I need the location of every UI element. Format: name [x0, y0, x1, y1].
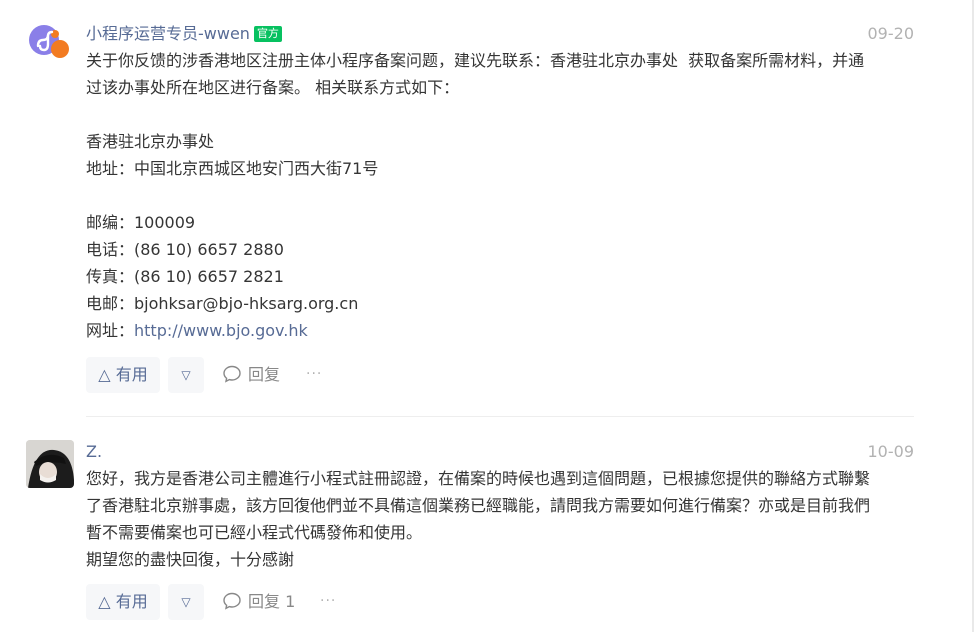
reply-button[interactable]: 回复 [222, 357, 280, 393]
comment-content: 您好，我方是香港公司主體進行小程式註冊認證，在備案的時候也遇到這個問題，已根據您… [86, 465, 914, 573]
mini-program-logo-icon [29, 25, 69, 58]
useful-button[interactable]: △ 有用 [86, 584, 160, 620]
not-useful-button[interactable]: ▽ [168, 584, 204, 620]
more-button[interactable]: ··· [320, 584, 336, 620]
content-line [86, 182, 914, 209]
comment-actions: △ 有用 ▽ 回复 1 ··· [86, 584, 914, 620]
content-line: 电话：(86 10) 6657 2880 [86, 240, 284, 259]
author-name[interactable]: Z. [86, 442, 102, 461]
content-line [86, 101, 914, 128]
triangle-down-icon: ▽ [181, 368, 191, 382]
divider [86, 416, 914, 417]
content-line: 暫不需要備案也可已經小程式代碼發佈和使用。 [86, 523, 423, 542]
content-line: 地址：中国北京西城区地安门西大街71号 [86, 159, 379, 178]
triangle-down-icon: ▽ [181, 595, 191, 609]
reply-label: 回复 [248, 365, 281, 384]
avatar[interactable] [26, 440, 74, 488]
content-line: 电邮：bjohksar@bjo-hksarg.org.cn [86, 294, 359, 313]
comment-date: 10-09 [867, 442, 915, 461]
content-line: 邮编：100009 [86, 213, 196, 232]
content-line: 香港驻北京办事处 [86, 132, 215, 151]
comment-bubble-icon [223, 365, 241, 383]
content-line: 关于你反馈的涉香港地区注册主体小程序备案问题，建议先联系：香港驻北京办事处 获取… [86, 51, 865, 70]
comment-content: 关于你反馈的涉香港地区注册主体小程序备案问题，建议先联系：香港驻北京办事处 获取… [86, 47, 914, 344]
content-line: 了香港駐北京辦事處，該方回復他們並不具備這個業務已經職能，請問我方需要如何進行備… [86, 496, 871, 515]
author-name[interactable]: 小程序运营专员-wwen [86, 24, 250, 43]
content-line: 传真：(86 10) 6657 2821 [86, 267, 284, 286]
website-link[interactable]: http://www.bjo.gov.hk [134, 321, 308, 340]
comment-actions: △ 有用 ▽ 回复 ··· [86, 357, 914, 393]
more-button[interactable]: ··· [306, 357, 322, 393]
useful-label: 有用 [115, 365, 148, 384]
content-line: 过该办事处所在地区进行备案。 相关联系方式如下： [86, 78, 460, 97]
comment-date: 09-20 [867, 24, 915, 43]
website-line: 网址：http://www.bjo.gov.hk [86, 317, 914, 344]
comment-bubble-icon [223, 592, 241, 610]
reply-button[interactable]: 回复 1 [222, 584, 295, 620]
website-label: 网址： [86, 321, 135, 340]
official-badge: 官方 [253, 26, 282, 42]
triangle-up-icon: △ [98, 592, 111, 611]
content-line: 期望您的盡快回復，十分感謝 [86, 550, 295, 569]
useful-label: 有用 [115, 592, 148, 611]
triangle-up-icon: △ [98, 365, 111, 384]
not-useful-button[interactable]: ▽ [168, 357, 204, 393]
reply-label: 回复 1 [248, 592, 296, 611]
useful-button[interactable]: △ 有用 [86, 357, 160, 393]
content-line: 您好，我方是香港公司主體進行小程式註冊認證，在備案的時候也遇到這個問題，已根據您… [86, 469, 871, 488]
user-photo-icon [26, 440, 74, 488]
avatar[interactable] [26, 22, 74, 70]
